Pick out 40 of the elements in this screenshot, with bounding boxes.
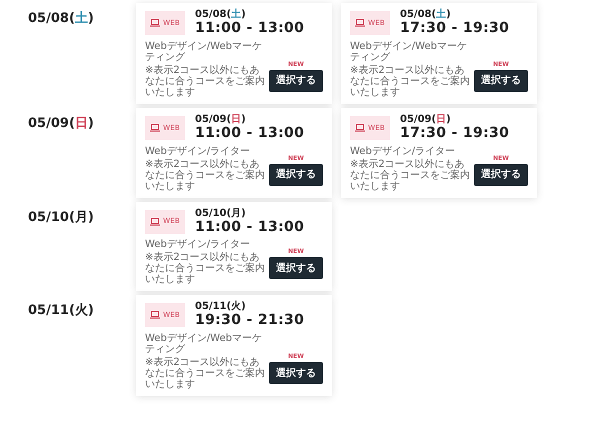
course-name: Webデザイン/Webマーケティング [145,333,263,356]
laptop-icon [355,124,366,132]
course-name: Webデザイン/ライター [145,239,252,250]
laptop-icon [150,124,160,132]
select-button[interactable]: 選択する [269,362,323,384]
day-heading: 05/11(火) [27,302,95,320]
day-heading: 05/09(日) [27,114,95,133]
session-time: 19:30 - 21:30 [195,312,304,330]
course-note: ※表示2コース以外にもあなたに合うコースをご案内いたします [145,252,265,286]
day-heading: 05/08(土) [27,10,95,28]
session-date: 05/11(火) [195,301,247,312]
select-button[interactable]: 選択する [474,164,528,186]
laptop-icon [150,311,160,320]
course-note: ※表示2コース以外にもあなたに合うコースをご案内いたします [145,158,265,192]
session-time: 11:00 - 13:00 [195,124,304,142]
day-heading: 05/10(月) [27,208,95,227]
session-date: 05/08(土) [195,9,247,20]
session-date: 05/10(月) [195,208,247,219]
session-time: 17:30 - 19:30 [400,124,510,142]
laptop-icon [150,19,160,27]
course-note: ※表示2コース以外にもあなたに合うコースをご案内いたします [350,158,470,192]
course-name: Webデザイン/ライター [145,146,252,157]
course-note: ※表示2コース以外にもあなたに合うコースをご案内いたします [350,64,470,98]
session-time: 11:00 - 13:00 [195,218,304,236]
select-button[interactable]: 選択する [269,70,323,92]
select-button[interactable]: 選択する [269,164,323,186]
course-note: ※表示2コース以外にもあなたに合うコースをご案内いたします [145,64,265,98]
select-button[interactable]: 選択する [269,257,323,280]
session-date: 05/09(日) [400,114,452,125]
course-name: Webデザイン/Webマーケティング [145,40,263,63]
session-time: 17:30 - 19:30 [400,20,510,37]
laptop-icon [150,218,160,226]
course-note: ※表示2コース以外にもあなたに合うコースをご案内いたします [145,357,265,390]
session-time: 11:00 - 13:00 [195,20,304,37]
laptop-icon [355,19,366,27]
select-button[interactable]: 選択する [474,70,528,92]
course-name: Webデザイン/ライター [350,146,456,157]
session-date: 05/09(日) [195,114,247,125]
course-name: Webデザイン/Webマーケティング [350,40,468,63]
session-date: 05/08(土) [400,9,452,20]
